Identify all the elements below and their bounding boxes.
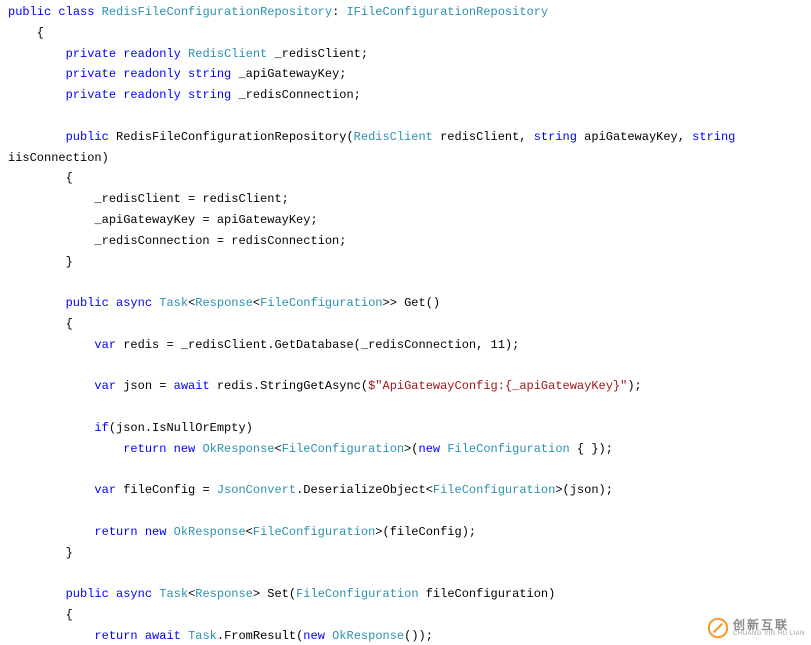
watermark-logo-icon [707,617,729,639]
code-block: public class RedisFileConfigurationRepos… [0,0,811,645]
watermark: 创新互联 CHUANG XIN HU LIAN [707,617,805,639]
watermark-text-cn: 创新互联 [733,619,805,631]
watermark-text-en: CHUANG XIN HU LIAN [733,631,805,637]
